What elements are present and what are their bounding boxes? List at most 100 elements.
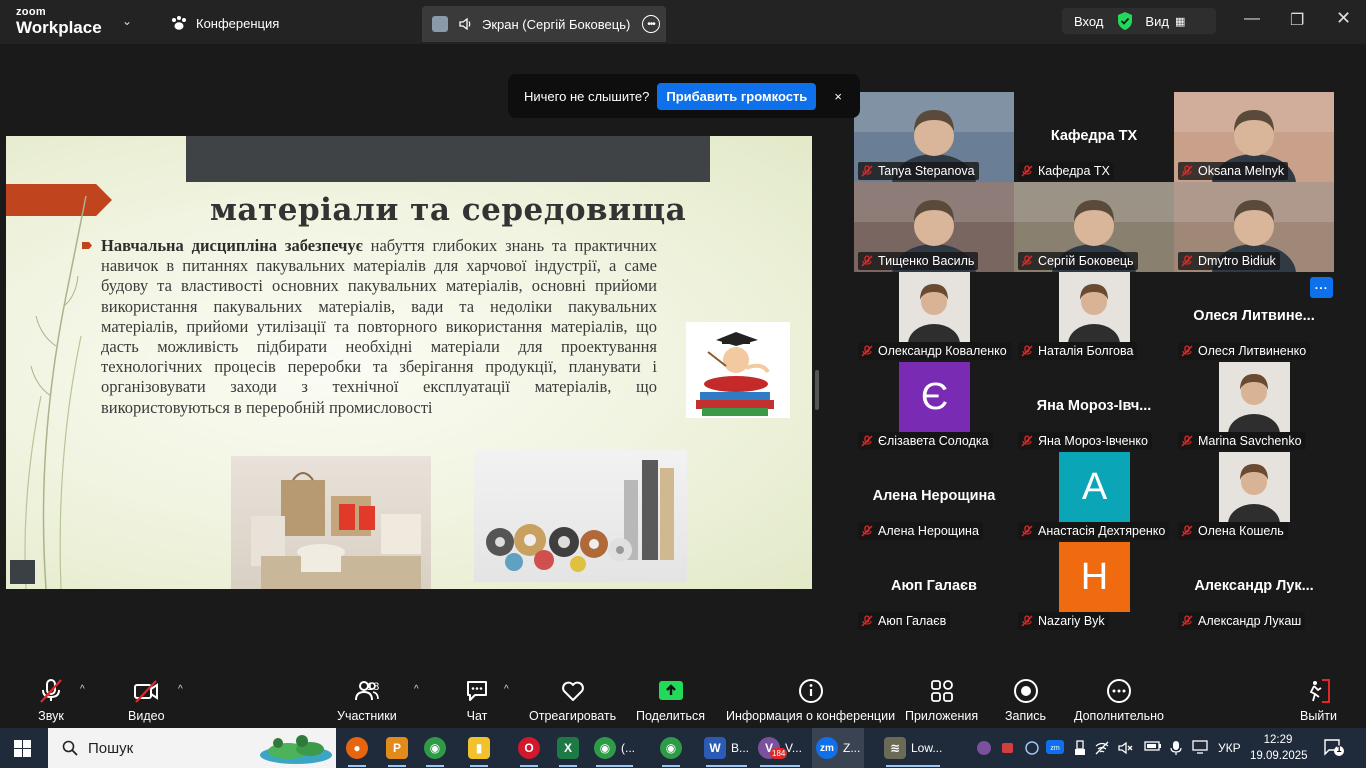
participant-name-label: Алена Нерощина (858, 522, 983, 540)
participant-name-label: Яна Мороз-Івченко (1018, 432, 1152, 450)
participant-tile[interactable]: Oksana Melnyk (1174, 92, 1334, 182)
tray-viber-icon[interactable] (976, 740, 992, 759)
more-options-icon[interactable]: ••• (642, 15, 660, 33)
participant-tile[interactable]: Tanya Stepanova (854, 92, 1014, 182)
notification-center-icon[interactable]: 1 (1324, 738, 1344, 756)
participant-name: Наталія Болгова (1038, 344, 1134, 358)
participant-display-name: Кафедра ТХ (1050, 128, 1138, 144)
participant-initial-avatar: А (1059, 452, 1130, 522)
audio-options-chevron-icon[interactable]: ^ (80, 684, 85, 695)
sign-in-button[interactable]: Вход (1074, 14, 1103, 29)
participant-tile[interactable]: Кафедра ТХ Кафедра ТХ (1014, 92, 1174, 182)
react-button[interactable]: Отреагировать (529, 678, 616, 723)
tray-zoom-icon[interactable]: zm (1046, 740, 1064, 757)
mic-muted-icon (1181, 345, 1198, 357)
taskbar-app-label: Low... (911, 741, 943, 755)
brand-top: zoom (16, 6, 46, 18)
video-button[interactable]: Видео (128, 678, 165, 723)
panel-resize-handle[interactable] (815, 370, 819, 410)
participant-tile[interactable]: Є Єлізавета Солодка (854, 362, 1014, 452)
restore-icon[interactable]: ❐ (1290, 10, 1304, 30)
taskbar-app-opera[interactable]: O (518, 736, 540, 767)
video-options-chevron-icon[interactable]: ^ (178, 684, 183, 695)
chat-button[interactable]: Чат (464, 678, 490, 723)
taskbar-app-low[interactable]: ≋ Low... (884, 736, 943, 767)
participant-name-label: Dmytro Bidiuk (1178, 252, 1280, 270)
mic-muted-icon (1021, 255, 1038, 267)
taskbar-app-firefox[interactable]: ● (346, 736, 368, 767)
participant-tile[interactable]: Наталія Болгова (1014, 272, 1174, 362)
participant-tile[interactable]: Алена Нерощина Алена Нерощина (854, 452, 1014, 542)
video-off-icon (134, 680, 159, 703)
participant-tile[interactable]: Marina Savchenko (1174, 362, 1334, 452)
participants-button[interactable]: 18 Участники (337, 678, 397, 723)
taskbar-app-word[interactable]: W В... (704, 736, 749, 767)
heart-icon (561, 681, 584, 701)
chat-options-chevron-icon[interactable]: ^ (504, 684, 509, 695)
shield-check-icon[interactable] (1117, 12, 1133, 30)
participant-tile[interactable]: Аюп Галаєв Аюп Галаєв (854, 542, 1014, 632)
taskbar-search-input[interactable]: Пошук (48, 728, 336, 768)
apps-button[interactable]: Приложения (905, 678, 978, 723)
paw-icon (172, 16, 186, 30)
tray-network-app-icon[interactable] (1024, 740, 1040, 759)
view-menu-button[interactable]: Вид (1145, 14, 1169, 29)
close-window-icon[interactable]: ✕ (1336, 8, 1351, 29)
grid-view-icon[interactable]: ▦ (1175, 15, 1185, 28)
taskbar-app-excel[interactable]: X (557, 736, 579, 767)
participant-name-label: Олеся Литвиненко (1178, 342, 1311, 360)
taskbar-app-chrome[interactable]: ◉ (424, 736, 446, 767)
taskbar-app-files[interactable]: ▮ (468, 736, 490, 767)
conference-menu-button[interactable]: Конференция (170, 12, 279, 34)
tray-battery-icon[interactable] (1144, 740, 1162, 755)
mic-muted-icon (1181, 165, 1198, 177)
close-notice-icon[interactable]: × (834, 89, 842, 104)
participant-tile[interactable]: Александр Лук... Александр Лукаш (1174, 542, 1334, 632)
increase-volume-button[interactable]: Прибавить громкость (657, 82, 817, 110)
minimize-icon[interactable]: — (1244, 10, 1260, 28)
participant-name: Олеся Литвиненко (1198, 344, 1307, 358)
low-icon: ≋ (884, 737, 906, 759)
taskbar-app-label: (... (621, 741, 635, 755)
more-button[interactable]: Дополнительно (1074, 678, 1164, 723)
share-screen-button[interactable]: Поделиться (636, 678, 705, 723)
participant-tile[interactable]: Олена Кошель (1174, 452, 1334, 542)
tray-usb-icon[interactable] (1074, 740, 1086, 759)
meeting-info-button[interactable]: Информация о конференции (726, 678, 895, 723)
mic-muted-icon (1021, 345, 1038, 357)
taskbar-app-chrome[interactable]: ◉ (660, 736, 682, 767)
taskbar-app-viber[interactable]: V 184 V... (758, 736, 802, 767)
gallery-more-button[interactable]: ··· (1310, 277, 1333, 298)
svg-text:zm: zm (1050, 745, 1060, 752)
taskbar-app-zoom[interactable]: zm Z... (812, 728, 865, 768)
participant-tile[interactable]: Тищенко Василь (854, 182, 1014, 272)
tray-mic-icon[interactable] (1170, 740, 1182, 759)
tray-app-icon[interactable] (1000, 740, 1016, 759)
participant-tile[interactable]: А Анастасія Дехтяренко (1014, 452, 1174, 542)
participant-name: Oksana Melnyk (1198, 164, 1285, 178)
participant-tile[interactable]: Олександр Коваленко (854, 272, 1014, 362)
chevron-down-icon[interactable]: ⌄ (122, 14, 132, 28)
participant-tile[interactable]: Dmytro Bidiuk (1174, 182, 1334, 272)
participant-tile[interactable]: Яна Мороз-Івч... Яна Мороз-Івченко (1014, 362, 1174, 452)
slide-nav-box (10, 560, 35, 584)
record-button[interactable]: Запись (1005, 678, 1046, 723)
tray-volume-muted-icon[interactable] (1118, 740, 1134, 759)
audio-button[interactable]: Звук (38, 678, 64, 723)
participant-tile[interactable]: H Nazariy Byk (1014, 542, 1174, 632)
taskbar-app-chrome[interactable]: ◉ (... (594, 736, 635, 767)
participant-name: Сергій Боковець (1038, 254, 1134, 268)
notification-count: 1 (1336, 744, 1342, 754)
taskbar-clock[interactable]: 12:29 19.09.2025 (1250, 732, 1308, 764)
leave-button[interactable]: Выйти (1300, 678, 1337, 723)
tray-wifi-off-icon[interactable] (1094, 740, 1110, 759)
participants-options-chevron-icon[interactable]: ^ (414, 684, 419, 695)
screen-share-tab[interactable]: Экран (Сергій Боковець) ••• (422, 6, 666, 42)
keyboard-language[interactable]: УКР (1218, 741, 1241, 755)
chat-icon (467, 681, 487, 701)
taskbar-app-pdf[interactable]: P (386, 736, 408, 767)
participant-name: Алена Нерощина (878, 524, 979, 538)
participant-tile[interactable]: Сергій Боковець (1014, 182, 1174, 272)
windows-start-icon[interactable] (14, 740, 31, 757)
tray-display-icon[interactable] (1192, 740, 1208, 757)
